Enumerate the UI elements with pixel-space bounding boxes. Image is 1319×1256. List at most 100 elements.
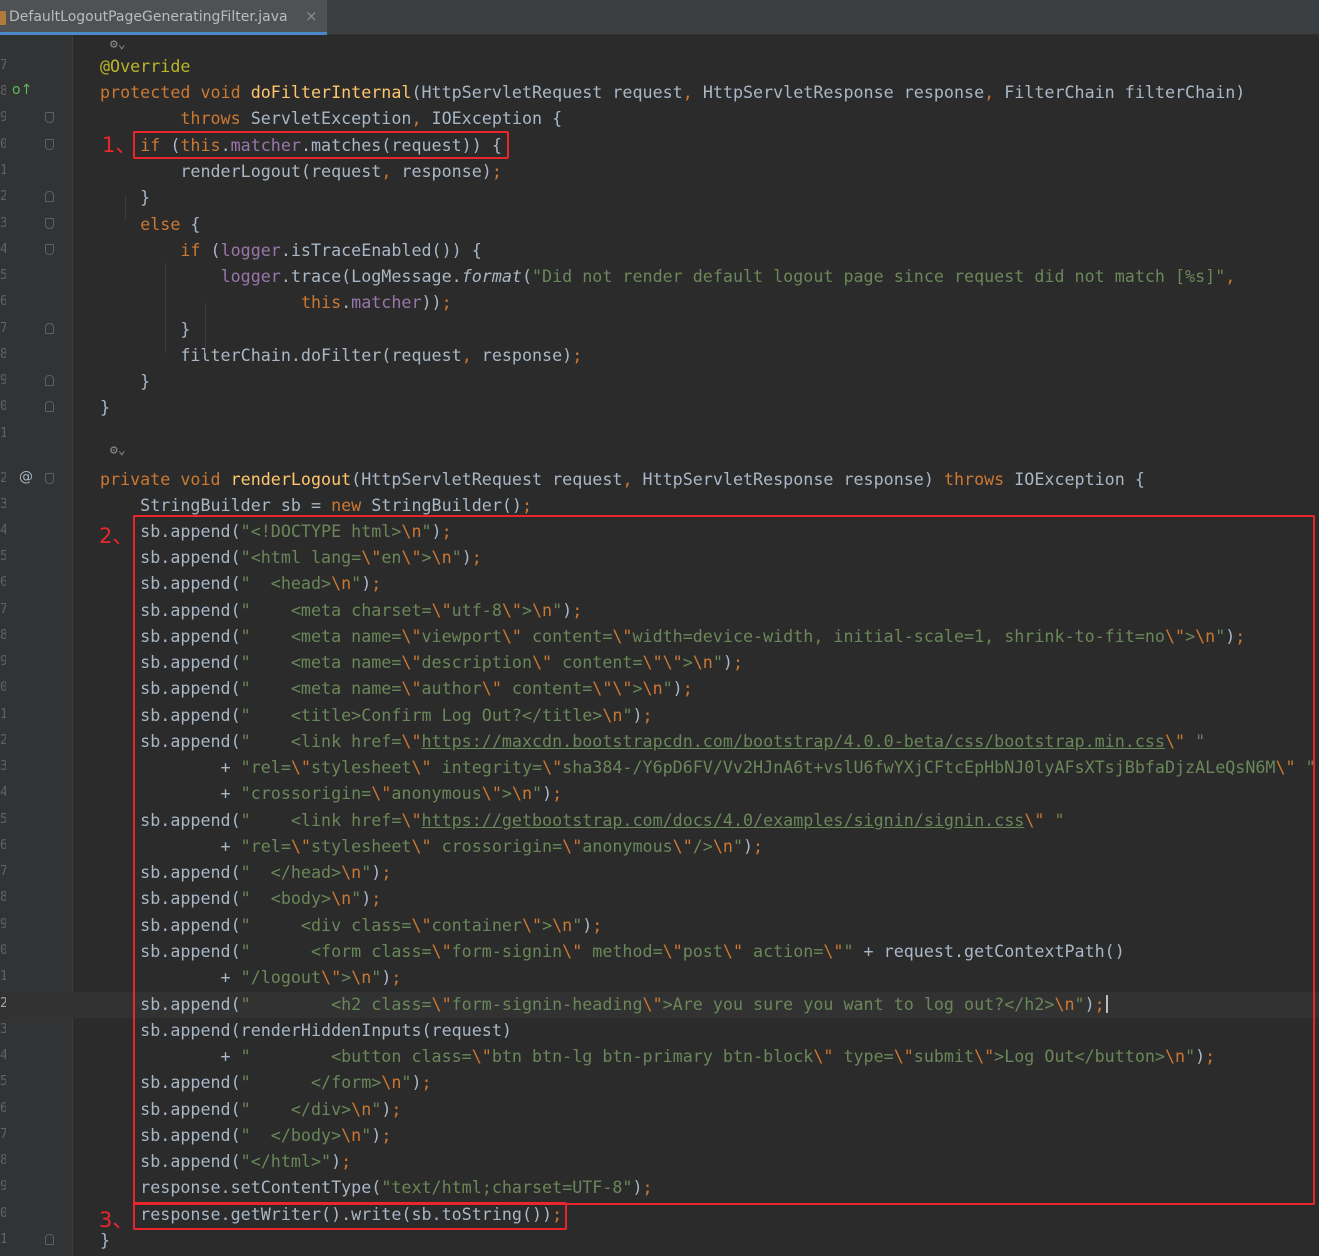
line-number: 7 <box>0 1127 6 1142</box>
code-token: else <box>140 214 191 234</box>
code-token: HttpServletResponse response <box>702 82 985 102</box>
code-token: @Override <box>100 56 191 76</box>
highlight-box-2 <box>133 515 1315 1205</box>
code-token: logger <box>220 240 281 260</box>
line-number: 5 <box>0 812 6 827</box>
code-text: } <box>100 371 150 391</box>
code-line[interactable]: 4 if (logger.isTraceEnabled()) { <box>0 238 1319 264</box>
line-number: 9 <box>0 1179 6 1194</box>
fold-start-icon[interactable] <box>45 139 54 150</box>
code-line[interactable]: ⚙⌄ <box>0 441 1319 467</box>
line-number: 8 <box>0 347 6 362</box>
line-number: 0 <box>0 680 6 695</box>
line-number: 7 <box>0 321 6 336</box>
code-token: . <box>341 292 352 312</box>
code-token: StringBuilder sb = <box>100 495 332 515</box>
fold-end-icon[interactable] <box>45 401 54 412</box>
line-number: 2 <box>0 471 6 486</box>
code-text: ⚙⌄ <box>110 37 126 52</box>
code-text: protected void doFilterInternal(HttpServ… <box>100 82 1245 102</box>
annotation-label-2: 2、 <box>99 524 134 548</box>
line-number: 2 <box>0 733 6 748</box>
highlight-box-1 <box>133 131 509 159</box>
line-number: 0 <box>0 137 6 152</box>
code-token: } <box>100 371 151 391</box>
fold-start-icon[interactable] <box>45 473 54 484</box>
code-line[interactable]: 7 @Override <box>0 54 1319 80</box>
code-line[interactable]: 1} <box>0 1228 1319 1254</box>
code-text: if (logger.isTraceEnabled()) { <box>100 240 481 260</box>
line-number: 0 <box>0 943 6 958</box>
override-marker-icon[interactable]: o↑ <box>12 82 32 98</box>
annotation-label-3: 3、 <box>99 1208 134 1232</box>
code-line[interactable]: 0} <box>0 395 1319 421</box>
line-number: 5 <box>0 268 6 283</box>
close-icon[interactable]: × <box>305 7 318 25</box>
line-number: 4 <box>0 242 6 257</box>
fold-end-icon[interactable] <box>45 375 54 386</box>
code-text: throws ServletException, IOException { <box>100 108 562 128</box>
gear-icon[interactable]: ⚙⌄ <box>110 37 126 52</box>
code-text: @Override <box>100 56 190 76</box>
code-token: ; <box>572 345 583 365</box>
line-number: 9 <box>0 917 6 932</box>
code-token: .trace(LogMessage. <box>280 266 462 286</box>
code-token: IOException { <box>1014 469 1145 489</box>
line-number: 8 <box>0 84 6 99</box>
code-token: } <box>100 319 191 339</box>
line-number: 4 <box>0 523 6 538</box>
code-token: ( <box>521 266 533 286</box>
code-token: throws <box>943 469 1015 489</box>
gear-icon[interactable]: ⚙⌄ <box>110 443 126 458</box>
code-line[interactable]: 3 else { <box>0 212 1319 238</box>
fold-end-icon[interactable] <box>45 323 54 334</box>
code-token: { <box>190 214 201 234</box>
code-line[interactable]: 9 throws ServletException, IOException { <box>0 106 1319 132</box>
code-text: this.matcher)); <box>100 292 452 312</box>
line-number: 0 <box>0 1206 6 1221</box>
fold-end-icon[interactable] <box>45 191 54 202</box>
code-line[interactable]: 1 renderLogout(request, response); <box>0 159 1319 185</box>
line-number: 9 <box>0 654 6 669</box>
code-line[interactable]: 5 logger.trace(LogMessage.format("Did no… <box>0 264 1319 290</box>
code-line[interactable]: 9 } <box>0 369 1319 395</box>
fold-start-icon[interactable] <box>45 244 54 255</box>
editor-tab[interactable]: DefaultLogoutPageGeneratingFilter.java × <box>0 0 327 35</box>
fold-end-icon[interactable] <box>45 1234 54 1245</box>
code-token: ServletException <box>250 108 412 128</box>
annotation-marker-icon[interactable]: @ <box>19 469 33 485</box>
code-token: (HttpServletRequest request <box>411 82 683 102</box>
code-token: protected void <box>100 82 251 102</box>
code-line[interactable]: 7 } <box>0 317 1319 343</box>
line-number: 5 <box>0 1074 6 1089</box>
code-text: filterChain.doFilter(request, response); <box>100 345 582 365</box>
annotation-label-1: 1、 <box>102 133 137 157</box>
code-line[interactable]: 2 } <box>0 185 1319 211</box>
code-token: ; <box>441 292 452 312</box>
code-line[interactable]: 6 this.matcher)); <box>0 290 1319 316</box>
code-token: , <box>461 345 482 365</box>
code-line[interactable]: 8 filterChain.doFilter(request, response… <box>0 343 1319 369</box>
code-token: format <box>461 266 522 286</box>
code-token: FilterChain filterChain) <box>1004 82 1246 102</box>
editor-tab-bar: DefaultLogoutPageGeneratingFilter.java × <box>0 0 1319 35</box>
line-number: 9 <box>0 110 6 125</box>
line-number: 1 <box>0 163 6 178</box>
line-number: 8 <box>0 1153 6 1168</box>
line-number: 6 <box>0 294 6 309</box>
highlight-box-3 <box>133 1202 567 1230</box>
code-token: , <box>1225 266 1236 286</box>
fold-start-icon[interactable] <box>45 218 54 229</box>
line-number: 8 <box>0 890 6 905</box>
fold-start-icon[interactable] <box>45 112 54 123</box>
code-token: if <box>180 240 211 260</box>
code-line[interactable]: 2 @ private void renderLogout(HttpServletR… <box>0 467 1319 493</box>
line-number: 6 <box>0 575 6 590</box>
code-token: matcher <box>351 292 422 312</box>
indent-guide <box>125 195 126 220</box>
code-line[interactable]: 8 o↑ protected void doFilterInternal(HttpS… <box>0 80 1319 106</box>
code-token: (HttpServletRequest request <box>351 469 623 489</box>
code-text: renderLogout(request, response); <box>100 161 502 181</box>
